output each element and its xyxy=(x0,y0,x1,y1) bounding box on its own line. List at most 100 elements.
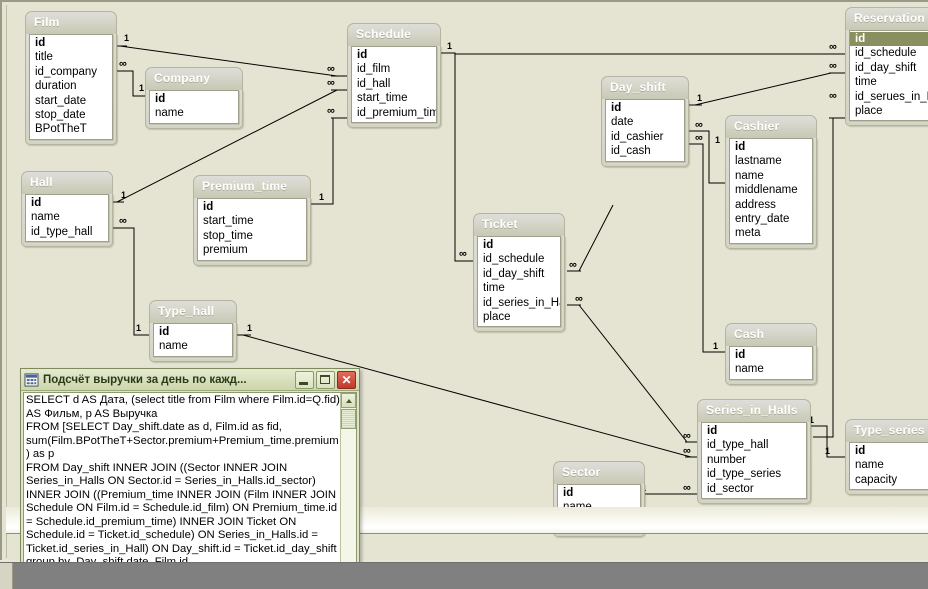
taskbar[interactable] xyxy=(0,562,928,589)
er-table-title[interactable]: Sector xyxy=(553,461,645,484)
er-table-field-list[interactable]: id lastname name middlename address entry_dat… xyxy=(729,138,813,244)
er-field[interactable]: stop_date xyxy=(30,108,112,122)
er-table-field-list[interactable]: id start_time stop_time premium xyxy=(197,198,307,261)
er-table-title[interactable]: Film xyxy=(25,11,117,34)
sql-window-titlebar[interactable]: Подсчёт выручки за день по кажд... ✕ xyxy=(21,369,359,391)
er-table-field-list[interactable]: id name xyxy=(149,90,239,124)
er-field[interactable]: id_day_shift xyxy=(850,61,928,75)
er-field[interactable]: place xyxy=(478,310,560,324)
er-field[interactable]: entry_date xyxy=(730,212,812,226)
er-field[interactable]: id_series_in_Hall xyxy=(478,296,560,310)
scrollbar-thumb[interactable] xyxy=(341,409,356,429)
er-table-day_shift[interactable]: Day_shift id date id_cashier id_cash xyxy=(601,76,689,167)
er-field[interactable]: id xyxy=(198,200,306,214)
er-table-title[interactable]: Type_hall xyxy=(149,300,237,323)
er-table-title[interactable]: Premium_time xyxy=(193,175,311,198)
er-field[interactable]: id_type_hall xyxy=(702,438,806,452)
er-field[interactable]: stop_time xyxy=(198,229,306,243)
er-table-cashier[interactable]: Cashier id lastname name middlename address en… xyxy=(725,115,817,249)
er-field[interactable]: premium xyxy=(198,243,306,257)
er-field[interactable]: id_day_shift xyxy=(478,267,560,281)
er-field[interactable]: id_cashier xyxy=(606,130,684,144)
er-table-premium_time[interactable]: Premium_time id start_time stop_time premium xyxy=(193,175,311,266)
er-field[interactable]: id xyxy=(850,32,928,47)
er-table-title[interactable]: Day_shift xyxy=(601,76,689,99)
er-field[interactable]: id_schedule xyxy=(478,252,560,266)
close-button[interactable]: ✕ xyxy=(337,370,356,389)
er-field[interactable]: name xyxy=(850,458,928,472)
er-table-series_in_halls[interactable]: Series_in_Halls id id_type_hall number id_ty… xyxy=(697,399,811,505)
er-field[interactable]: place xyxy=(850,104,928,118)
er-table-schedule[interactable]: Schedule id id_film id_hall start_time id_pre… xyxy=(347,23,441,129)
er-table-title[interactable]: Reservation xyxy=(845,7,928,30)
er-table-field-list[interactable]: id name xyxy=(729,346,813,380)
er-field[interactable]: id xyxy=(850,444,928,458)
er-field[interactable]: start_date xyxy=(30,94,112,108)
er-field[interactable]: id xyxy=(478,238,560,252)
er-field[interactable]: time xyxy=(478,281,560,295)
minimize-button[interactable] xyxy=(295,370,314,389)
er-table-title[interactable]: Series_in_Halls xyxy=(697,399,811,422)
er-field[interactable]: middlename xyxy=(730,183,812,197)
er-field[interactable]: id_film xyxy=(352,62,436,76)
er-field[interactable]: name xyxy=(730,362,812,376)
er-field[interactable]: id xyxy=(26,196,108,210)
maximize-button[interactable] xyxy=(316,370,335,389)
er-field[interactable]: name xyxy=(26,210,108,224)
er-field[interactable]: id_serues_in_Hall xyxy=(850,90,928,104)
er-field[interactable]: name xyxy=(150,106,238,120)
er-field[interactable]: address xyxy=(730,198,812,212)
er-table-title[interactable]: Company xyxy=(145,67,243,90)
er-field[interactable]: id xyxy=(150,92,238,106)
er-table-field-list[interactable]: id id_film id_hall start_time id_premium_tim… xyxy=(351,46,437,124)
sql-editor-pane[interactable]: SELECT d AS Дата, (select title from Fil… xyxy=(23,392,357,586)
er-field[interactable]: id_company xyxy=(30,65,112,79)
er-field[interactable]: id xyxy=(730,140,812,154)
er-table-company[interactable]: Company id name xyxy=(145,67,243,129)
er-table-title[interactable]: Schedule xyxy=(347,23,441,46)
er-field[interactable]: id_sector xyxy=(702,482,806,496)
er-table-field-list[interactable]: id name id_type_hall xyxy=(25,194,109,243)
er-field[interactable]: id xyxy=(30,36,112,50)
er-field[interactable]: time xyxy=(850,75,928,89)
er-table-field-list[interactable]: id id_schedule id_day_shift time id_series_i… xyxy=(477,236,561,328)
er-field[interactable]: name xyxy=(154,339,232,353)
er-field[interactable]: duration xyxy=(30,79,112,93)
er-table-film[interactable]: Film id title id_company duration start_date s… xyxy=(25,11,117,145)
er-table-title[interactable]: Hall xyxy=(21,171,113,194)
er-table-title[interactable]: Cash xyxy=(725,323,817,346)
er-table-title[interactable]: Type_series xyxy=(845,419,928,442)
er-table-field-list[interactable]: id title id_company duration start_date stop_… xyxy=(29,34,113,140)
er-table-field-list[interactable]: id name capacity xyxy=(849,442,928,491)
er-table-type_series[interactable]: Type_series id name capacity xyxy=(845,419,928,496)
er-field[interactable]: id_cash xyxy=(606,144,684,158)
er-field[interactable]: id_type_series xyxy=(702,467,806,481)
er-table-reservation[interactable]: Reservation id id_schedule id_day_shift time… xyxy=(845,7,928,127)
scroll-up-button[interactable] xyxy=(341,393,356,408)
er-field[interactable]: id xyxy=(154,325,232,339)
er-field[interactable]: lastname xyxy=(730,154,812,168)
er-table-ticket[interactable]: Ticket id id_schedule id_day_shift time id_se… xyxy=(473,213,565,333)
er-field[interactable]: id_hall xyxy=(352,77,436,91)
er-field[interactable]: capacity xyxy=(850,473,928,487)
sql-query-window[interactable]: Подсчёт выручки за день по кажд... ✕ SEL… xyxy=(20,368,360,589)
er-field[interactable]: id_premium_time xyxy=(352,106,436,120)
er-table-hall[interactable]: Hall id name id_type_hall xyxy=(21,171,113,248)
er-field[interactable]: id xyxy=(730,348,812,362)
er-field[interactable]: name xyxy=(730,169,812,183)
er-table-field-list[interactable]: id id_type_hall number id_type_series id_sec… xyxy=(701,422,807,500)
er-field[interactable]: number xyxy=(702,453,806,467)
er-table-cash[interactable]: Cash id name xyxy=(725,323,817,385)
er-field[interactable]: id xyxy=(606,101,684,115)
er-field[interactable]: date xyxy=(606,115,684,129)
er-field[interactable]: id xyxy=(558,486,640,500)
er-field[interactable]: meta xyxy=(730,226,812,240)
er-field[interactable]: start_time xyxy=(198,214,306,228)
sql-text[interactable]: SELECT d AS Дата, (select title from Fil… xyxy=(26,394,340,585)
er-table-field-list[interactable]: id date id_cashier id_cash xyxy=(605,99,685,162)
er-field[interactable]: id_schedule xyxy=(850,46,928,60)
er-field[interactable]: start_time xyxy=(352,91,436,105)
er-table-type_hall[interactable]: Type_hallid name xyxy=(149,300,237,362)
er-field[interactable]: id_type_hall xyxy=(26,225,108,239)
er-field[interactable]: BPotTheT xyxy=(30,122,112,136)
